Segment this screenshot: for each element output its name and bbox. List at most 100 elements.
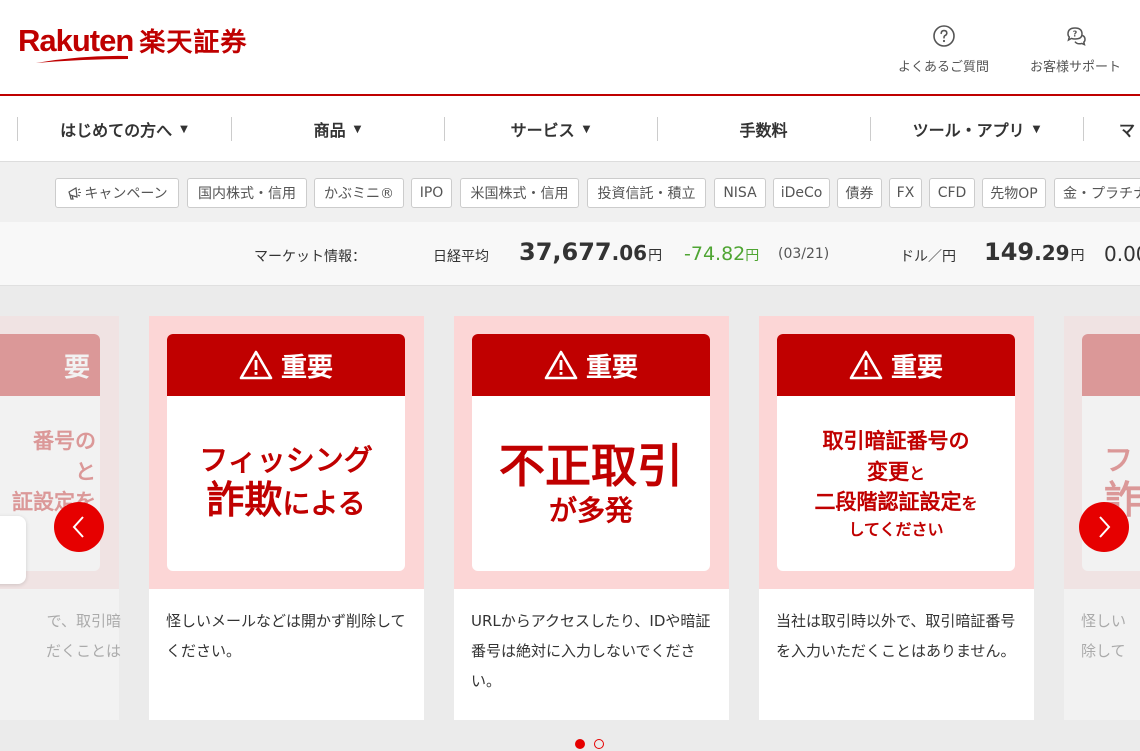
banner-inner: 重要 フィッシング 詐欺による <box>167 334 405 571</box>
carousel-pagination <box>575 739 613 749</box>
carousel-slide-phishing[interactable]: 重要 フィッシング 詐欺による 怪しいメールなどは開かず削除してください。 <box>149 316 424 720</box>
caption-line: だくことは <box>45 642 121 660</box>
banner-heading: 要 <box>0 334 100 396</box>
banner-line: 変更と <box>867 457 925 487</box>
main-navigation: はじめての方へ ▼ 商品 ▼ サービス ▼ 手数料 ツール・アプリ ▼ マ <box>0 96 1140 162</box>
banner-line: 二段階認証設定を <box>814 487 977 517</box>
side-panel-tab[interactable] <box>0 516 26 584</box>
yen-unit: 円 <box>648 248 663 264</box>
caption-line: 除して <box>1081 642 1126 660</box>
site-header: Rakuten 楽天証券 よくあるご質問 ? お客様サポート <box>0 0 1140 96</box>
heading-text: 重要 <box>585 352 638 383</box>
banner-body: 不正取引 が多発 <box>472 396 710 571</box>
tag-kabumini[interactable]: かぶミニ® <box>314 178 404 208</box>
heading-text: 要 <box>63 352 90 383</box>
tag-ideco[interactable]: iDeCo <box>773 178 830 208</box>
banner-suffix: による <box>282 487 366 521</box>
caret-down-icon: ▼ <box>353 123 362 135</box>
banner-emphasis: 変更 <box>866 459 909 484</box>
nav-item-market[interactable]: マ <box>1083 96 1140 162</box>
tag-label: 国内株式・信用 <box>198 186 296 202</box>
warning-icon <box>849 350 883 380</box>
svg-text:?: ? <box>1072 30 1077 39</box>
nikkei-label[interactable]: 日経平均 <box>433 246 489 266</box>
tag-gold-platinum[interactable]: 金・プラチナ <box>1054 178 1140 208</box>
banner-line: 番号の <box>33 429 96 454</box>
slide-caption: 怪しい 除して <box>1081 606 1140 666</box>
tag-label: FX <box>896 185 915 201</box>
caret-down-icon: ▼ <box>1032 123 1041 135</box>
pagination-dot-active[interactable] <box>575 739 585 749</box>
nav-item-beginners[interactable]: はじめての方へ ▼ <box>17 96 231 162</box>
carousel-prev-button[interactable] <box>54 502 104 552</box>
banner-line: してください <box>848 519 944 539</box>
chat-support-icon: ? <box>1066 27 1086 46</box>
tag-campaign[interactable]: キャンペーン <box>55 178 179 208</box>
tag-domestic-stocks[interactable]: 国内株式・信用 <box>187 178 307 208</box>
category-tags: キャンペーン 国内株式・信用 かぶミニ® IPO 米国株式・信用 投資信託・積立… <box>0 162 1140 222</box>
slide-banner: 重要 不正取引 が多発 <box>454 316 729 589</box>
banner-line: と <box>75 459 96 484</box>
nikkei-change-value: -74.82 <box>684 243 746 265</box>
banner-heading <box>1082 334 1140 396</box>
megaphone-icon <box>68 187 82 200</box>
banner-inner: 重要 不正取引 が多発 <box>472 334 710 571</box>
usd-jpy-label[interactable]: ドル／円 <box>900 246 956 266</box>
caret-down-icon: ▼ <box>180 123 188 135</box>
nav-item-fees[interactable]: 手数料 <box>657 96 870 162</box>
banner-heading: 重要 <box>472 334 710 396</box>
logo-text-ja: 楽天証券 <box>139 28 248 58</box>
tag-cfd[interactable]: CFD <box>929 178 975 208</box>
banner-heading: 重要 <box>777 334 1015 396</box>
support-label: お客様サポート <box>1030 60 1122 75</box>
banner-body: フィッシング 詐欺による <box>167 396 405 571</box>
tag-bonds[interactable]: 債券 <box>837 178 882 208</box>
carousel-next-button[interactable] <box>1079 502 1129 552</box>
nav-item-label: ツール・アプリ <box>912 121 1025 140</box>
tag-ipo[interactable]: IPO <box>411 178 452 208</box>
question-circle-icon <box>932 25 955 47</box>
slide-banner: 重要 取引暗証番号の 変更と 二段階認証設定を してください <box>759 316 1034 589</box>
caret-down-icon: ▼ <box>582 123 591 135</box>
banner-line: フィッシング <box>199 443 373 478</box>
nikkei-price-dec: .06 <box>611 241 648 265</box>
logo-swoosh-icon <box>36 55 128 63</box>
yen-unit: 円 <box>1070 248 1085 264</box>
tag-label: 先物OP <box>990 186 1038 202</box>
chevron-left-icon <box>72 516 84 538</box>
nav-item-services[interactable]: サービス ▼ <box>444 96 657 162</box>
tag-label: 債券 <box>845 186 874 202</box>
tag-nisa[interactable]: NISA <box>714 178 766 208</box>
faq-label: よくあるご質問 <box>898 60 990 75</box>
tag-futures-options[interactable]: 先物OP <box>982 178 1046 208</box>
nav-item-label: マ <box>1119 121 1136 140</box>
nikkei-price-int: 37,677 <box>519 238 612 266</box>
heading-text: 重要 <box>280 352 333 383</box>
nav-item-label: 手数料 <box>739 121 788 140</box>
tag-us-stocks[interactable]: 米国株式・信用 <box>460 178 579 208</box>
banner-line: が多発 <box>548 494 633 528</box>
usd-price-dec: .29 <box>1034 241 1070 265</box>
banner-line: 詐欺による <box>206 478 365 524</box>
usd-jpy-change: 0.00 <box>1104 242 1140 266</box>
caption-line: で、取引暗 <box>46 612 121 630</box>
carousel-slide-fraud[interactable]: 重要 不正取引 が多発 URLからアクセスしたり、IDや暗証番号は絶対に入力しな… <box>454 316 729 720</box>
caption-line: 怪しい <box>1081 612 1127 630</box>
banner-line: 取引暗証番号の <box>822 429 970 454</box>
nikkei-change: -74.82円 <box>684 243 759 265</box>
support-link[interactable]: ? お客様サポート <box>1030 24 1121 75</box>
tag-label: IPO <box>419 185 444 201</box>
carousel-slide-2fa[interactable]: 重要 取引暗証番号の 変更と 二段階認証設定を してください 当社は取引時以外で… <box>759 316 1034 720</box>
tag-investment-trusts[interactable]: 投資信託・積立 <box>587 178 706 208</box>
banner-body: 取引暗証番号の 変更と 二段階認証設定を してください <box>777 396 1015 571</box>
pagination-dot[interactable] <box>594 739 604 749</box>
nav-item-products[interactable]: 商品 ▼ <box>231 96 444 162</box>
slide-caption: で、取引暗 だくことは <box>46 606 121 666</box>
faq-link[interactable]: よくあるご質問 <box>898 24 989 75</box>
usd-jpy-price: 149.29円 <box>984 238 1085 266</box>
banner-line: フ <box>1104 443 1134 478</box>
nav-item-label: サービス <box>510 121 575 140</box>
nav-item-tools-apps[interactable]: ツール・アプリ ▼ <box>870 96 1083 162</box>
nav-item-label: 商品 <box>313 121 346 140</box>
tag-fx[interactable]: FX <box>889 178 922 208</box>
